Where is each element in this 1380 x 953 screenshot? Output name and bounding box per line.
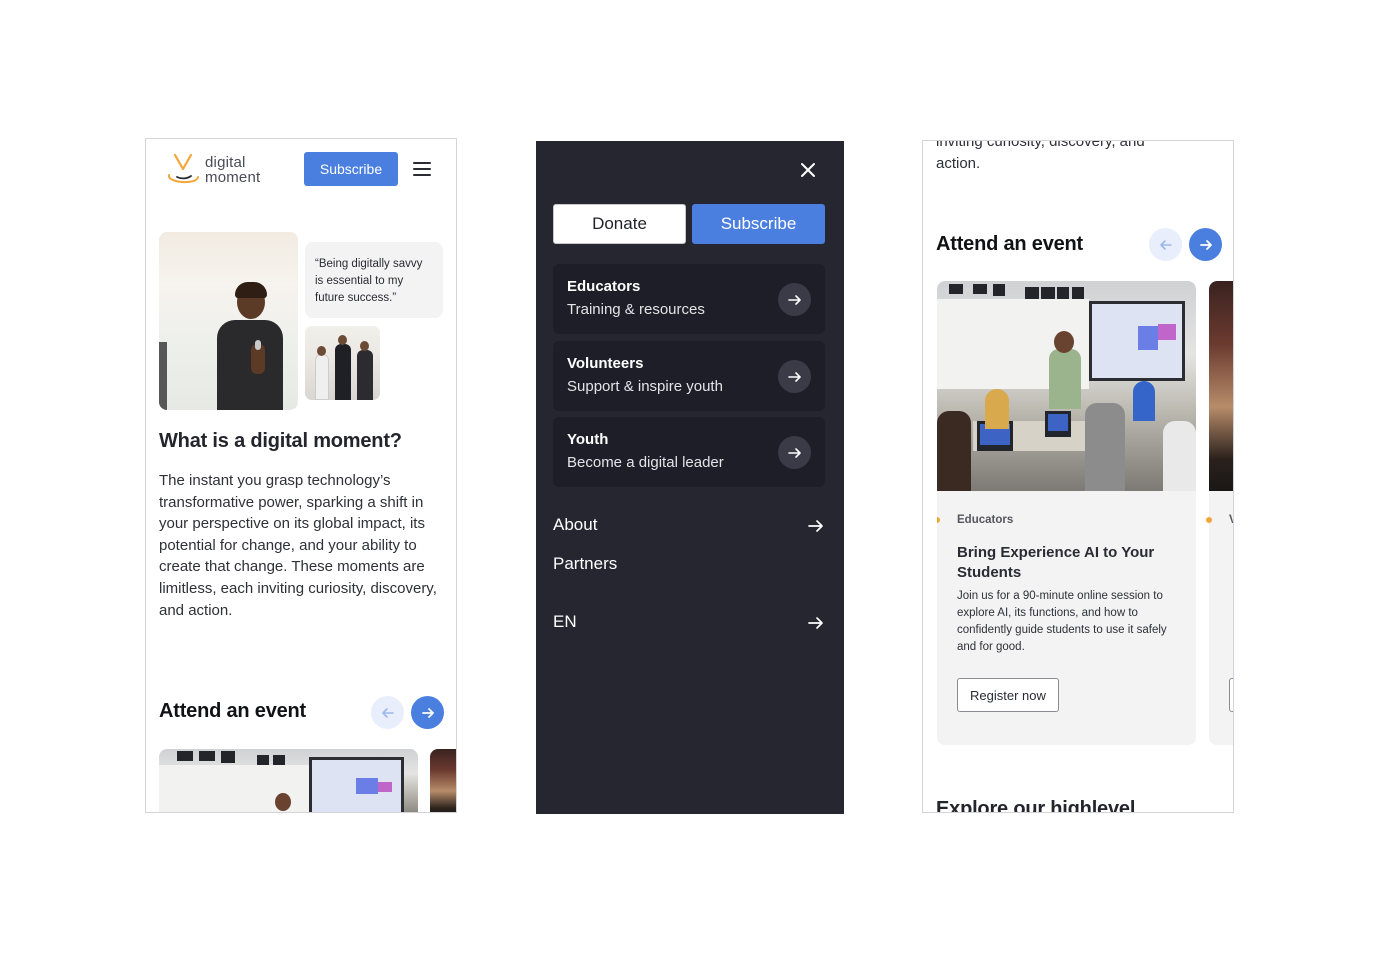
register-now-button[interactable]: Register now [957, 678, 1059, 712]
about-body-tail: inviting curiosity, discovery, and actio… [936, 140, 1226, 174]
event-card-next[interactable]: V [1209, 281, 1233, 745]
event-description: Join us for a 90-minute online session t… [957, 590, 1167, 653]
about-body-line: inviting curiosity, discovery, and [936, 140, 1145, 150]
donate-button[interactable]: Donate [553, 204, 686, 244]
logo-mark-icon [168, 153, 199, 183]
mobile-home-frame: digital moment Subscribe “Being digitall… [145, 138, 457, 813]
register-now-button[interactable] [1229, 678, 1233, 712]
event-card-image [937, 281, 1196, 491]
menu-link-label: Partners [553, 554, 618, 573]
logo-line-2: moment [205, 169, 261, 186]
event-card[interactable]: Educators Bring Experience AI to Your St… [937, 281, 1196, 745]
quote-text: “Being digitally savvy is essential to m… [315, 258, 423, 304]
event-category: Educators [957, 514, 1014, 526]
menu-card-title: Volunteers [567, 355, 644, 372]
event-title: Bring Experience AI to Your Students [957, 544, 1155, 581]
events-next-button[interactable] [411, 696, 444, 729]
menu-link-label: About [553, 515, 598, 534]
event-category: V [1229, 514, 1233, 526]
menu-card-youth[interactable]: Youth Become a digital leader [553, 417, 825, 487]
event-card-image [1209, 281, 1233, 491]
arrow-right-icon [421, 707, 434, 718]
logo[interactable]: digital moment [165, 153, 275, 187]
arrow-right-icon[interactable] [778, 360, 811, 393]
hero-photo-speaker [159, 232, 298, 410]
arrow-right-icon [808, 617, 823, 629]
logo-text: digital moment [205, 155, 260, 185]
category-dot [937, 517, 940, 523]
quote-card: “Being digitally savvy is essential to m… [305, 242, 443, 318]
events-prev-button[interactable] [1149, 228, 1182, 261]
arrow-right-icon[interactable] [778, 283, 811, 316]
events-prev-button[interactable] [371, 696, 404, 729]
hamburger-icon[interactable] [413, 162, 431, 176]
site-header: digital moment Subscribe [146, 139, 456, 209]
menu-card-volunteers[interactable]: Volunteers Support & inspire youth [553, 341, 825, 411]
about-body-line: action. [936, 154, 981, 172]
event-card-image-next[interactable] [430, 749, 456, 812]
close-icon[interactable] [798, 160, 818, 180]
language-label: EN [553, 612, 577, 631]
arrow-right-icon [1199, 239, 1212, 250]
menu-card-subtitle: Become a digital leader [567, 454, 724, 471]
menu-subscribe-button[interactable]: Subscribe [692, 204, 825, 244]
mobile-menu-frame: Donate Subscribe Educators Training & re… [536, 141, 844, 814]
about-title: What is a digital moment? [159, 430, 402, 452]
category-dot [1206, 517, 1212, 523]
events-next-button[interactable] [1189, 228, 1222, 261]
events-title: Attend an event [159, 700, 307, 722]
menu-link-partners[interactable]: Partners [553, 554, 825, 578]
explore-title: Explore our highlevel [936, 798, 1136, 813]
language-selector[interactable]: EN [553, 612, 825, 636]
events-title: Attend an event [936, 233, 1084, 255]
arrow-right-icon[interactable] [778, 436, 811, 469]
arrow-left-icon [1159, 239, 1172, 250]
subscribe-button[interactable]: Subscribe [304, 152, 398, 186]
menu-card-title: Youth [567, 431, 609, 448]
logo-line-1: digital [205, 154, 246, 171]
menu-link-about[interactable]: About [553, 515, 825, 539]
hero-photo-group [305, 326, 380, 400]
arrow-left-icon [381, 707, 394, 718]
menu-card-educators[interactable]: Educators Training & resources [553, 264, 825, 334]
arrow-right-icon [808, 520, 823, 532]
menu-card-subtitle: Support & inspire youth [567, 378, 723, 395]
event-card-image[interactable] [159, 749, 418, 812]
menu-card-subtitle: Training & resources [567, 301, 705, 318]
mobile-events-frame: inviting curiosity, discovery, and actio… [922, 140, 1234, 813]
menu-card-title: Educators [567, 278, 641, 295]
about-body: The instant you grasp technology’s trans… [159, 472, 437, 619]
